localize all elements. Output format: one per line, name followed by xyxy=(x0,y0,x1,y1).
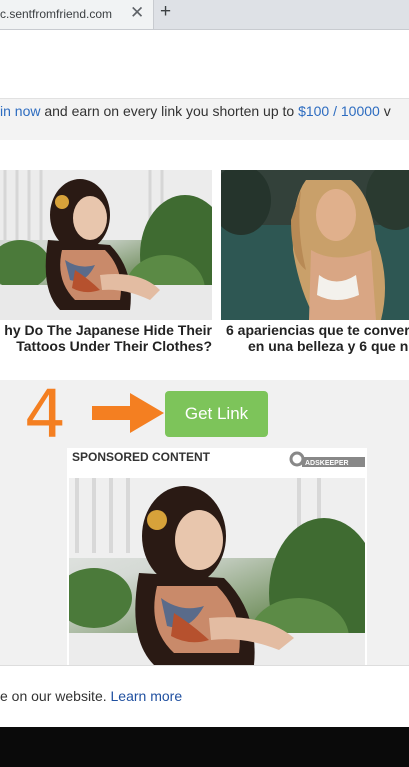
footer-bar xyxy=(0,727,409,767)
info-text: in now and earn on every link you shorte… xyxy=(0,103,391,119)
article-image-1[interactable] xyxy=(0,170,212,320)
article-title-2-line2: en una belleza y 6 que n xyxy=(248,338,409,354)
sponsored-image[interactable] xyxy=(69,478,365,665)
close-icon[interactable]: ✕ xyxy=(130,3,144,23)
info-text-tail: v xyxy=(379,103,391,119)
article-title-1[interactable]: hy Do The Japanese Hide Their Tattoos Un… xyxy=(0,322,212,354)
adskeeper-logo-text: ADSKEEPER xyxy=(305,460,349,467)
sponsored-content-widget: SPONSORED CONTENT ADSKEEPER xyxy=(67,448,367,665)
get-link-section: 4 Get Link SPONSORED CONTENT ADSKEEPER xyxy=(0,376,409,665)
info-bar: in now and earn on every link you shorte… xyxy=(0,98,409,141)
earnings-link[interactable]: $100 / 10000 xyxy=(298,103,380,119)
new-tab-icon[interactable]: + xyxy=(160,1,171,23)
cookie-message: e on our website. xyxy=(0,688,111,704)
learn-more-link[interactable]: Learn more xyxy=(111,688,183,704)
article-title-1-line2: Tattoos Under Their Clothes? xyxy=(16,338,212,354)
signin-link[interactable]: in now xyxy=(0,103,40,119)
adskeeper-logo-icon[interactable]: ADSKEEPER xyxy=(289,450,365,470)
article-title-1-line1: hy Do The Japanese Hide Their xyxy=(4,322,212,338)
get-link-button[interactable]: Get Link xyxy=(165,391,268,437)
arrow-right-icon xyxy=(92,393,164,433)
page-header xyxy=(0,30,409,98)
cookie-banner: e on our website. Learn more xyxy=(0,665,409,728)
article-title-2[interactable]: 6 apariencias que te conver en una belle… xyxy=(226,322,409,354)
browser-tab[interactable]: c.sentfromfriend.com ✕ xyxy=(0,0,154,29)
step-number: 4 xyxy=(24,376,66,453)
spacer xyxy=(0,140,409,170)
info-text-mid: and earn on every link you shorten up to xyxy=(40,103,299,119)
tab-title: c.sentfromfriend.com xyxy=(0,7,113,21)
article-image-2[interactable] xyxy=(221,170,409,320)
article-title-2-line1: 6 apariencias que te conver xyxy=(226,322,409,338)
sponsored-label: SPONSORED CONTENT xyxy=(72,450,211,464)
browser-tab-strip: c.sentfromfriend.com ✕ + xyxy=(0,0,409,30)
article-cards: hy Do The Japanese Hide Their Tattoos Un… xyxy=(0,170,409,380)
cookie-text: e on our website. Learn more xyxy=(0,688,182,704)
